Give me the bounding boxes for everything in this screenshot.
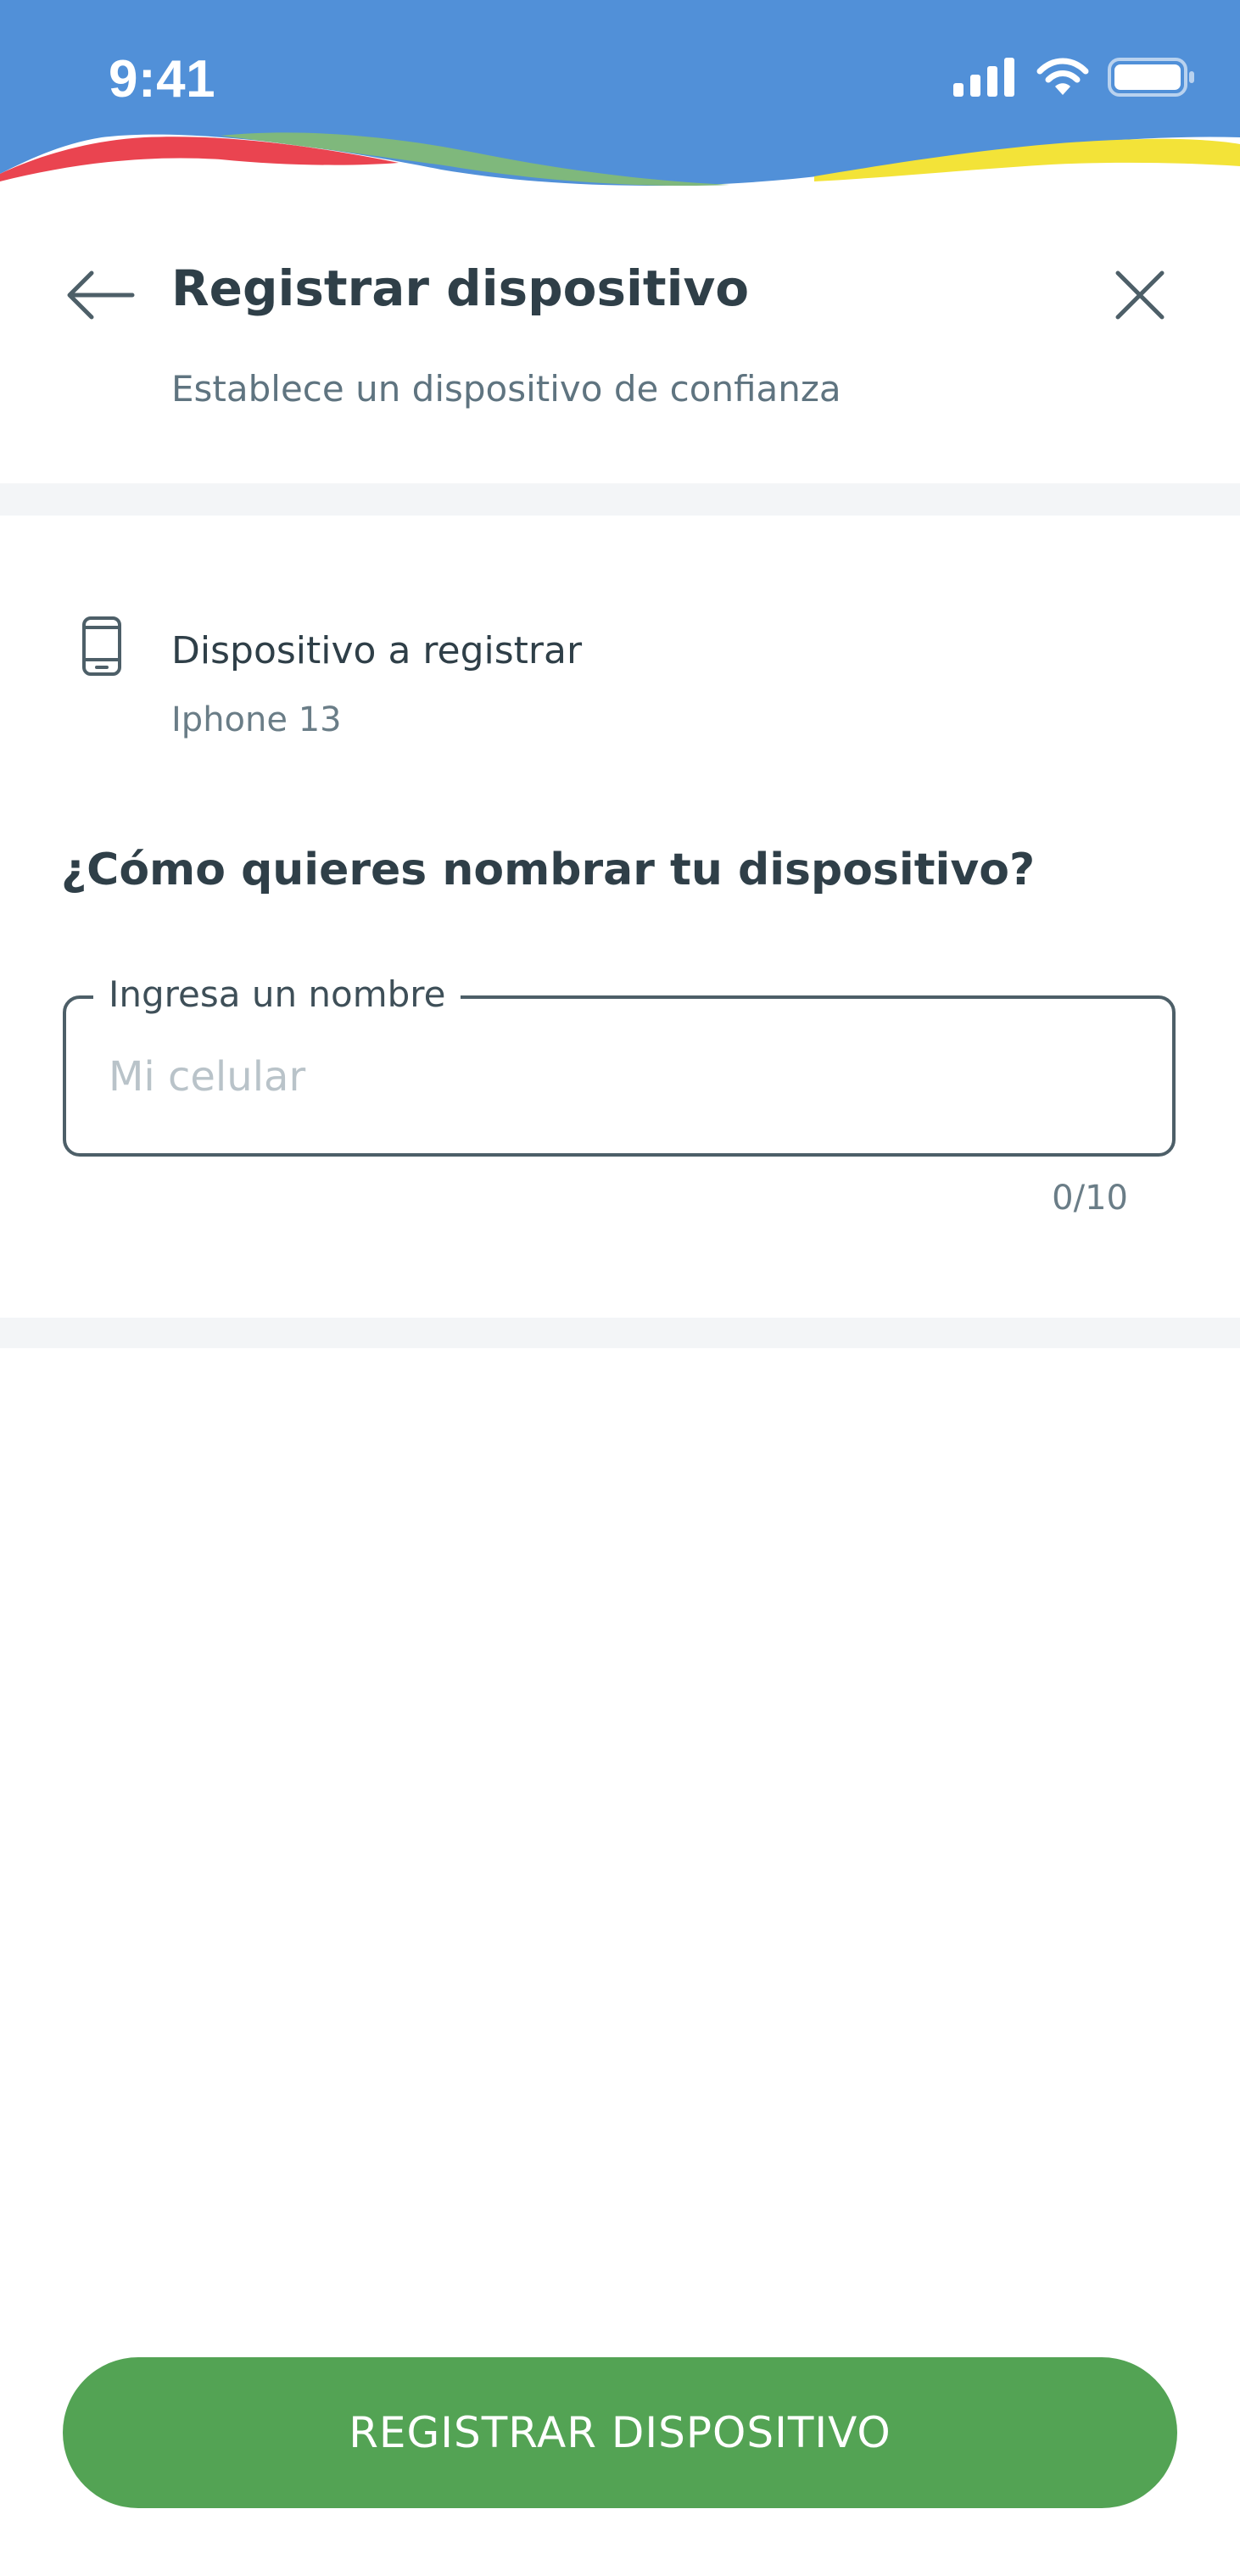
device-name-input[interactable] [109, 1045, 1143, 1109]
signal-icon [953, 58, 1014, 97]
arrow-left-icon [67, 270, 135, 320]
name-field-label: Ingresa un nombre [93, 973, 461, 1015]
smartphone-icon [81, 616, 122, 680]
section-divider [0, 1318, 1240, 1348]
device-label: Dispositivo a registrar [171, 629, 583, 672]
register-device-button[interactable]: REGISTRAR DISPOSITIVO [63, 2357, 1177, 2508]
device-value: Iphone 13 [171, 700, 342, 739]
wifi-icon [1036, 58, 1089, 95]
name-question: ¿Cómo quieres nombrar tu dispositivo? [61, 845, 1036, 895]
character-counter: 0/10 [1052, 1179, 1128, 1218]
section-divider [0, 483, 1240, 516]
close-button[interactable] [1099, 254, 1181, 336]
status-icons [953, 58, 1196, 97]
back-button[interactable] [59, 254, 141, 336]
page-title: Registrar dispositivo [171, 259, 750, 317]
page-subtitle: Establece un dispositivo de confianza [171, 368, 841, 410]
close-icon [1115, 270, 1165, 320]
battery-icon [1108, 58, 1194, 97]
status-bar: 9:41 [0, 0, 1240, 195]
status-time: 9:41 [109, 50, 216, 109]
